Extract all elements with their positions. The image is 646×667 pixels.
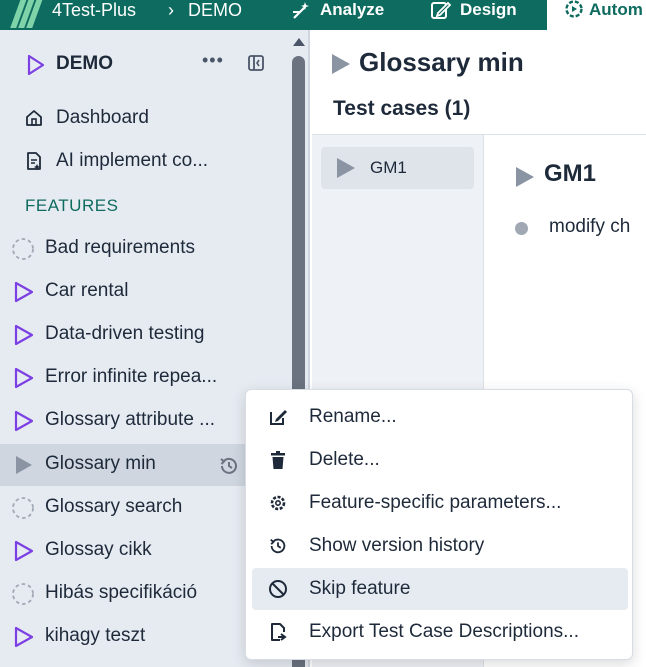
menu-item-label: Skip feature [309, 578, 411, 599]
trash-icon [271, 451, 285, 469]
nav-automation[interactable]: Autom [547, 0, 646, 30]
breadcrumb-separator: › [168, 0, 174, 20]
dashed-circle-icon [12, 583, 34, 605]
test-case-title: GM1 [544, 160, 597, 187]
play-icon [14, 626, 34, 648]
feature-label: Car rental [45, 280, 129, 301]
feature-label: Glossary search [45, 496, 183, 517]
play-icon [14, 410, 34, 432]
sidebar-feature-bad-requirements[interactable]: Bad requirements [0, 228, 288, 270]
play-filled-icon [337, 158, 355, 178]
sidebar-feature-car-rental[interactable]: Car rental [0, 271, 288, 313]
feature-label: kihagy teszt [45, 625, 146, 646]
history-icon [270, 538, 286, 554]
feature-label: Bad requirements [45, 237, 195, 258]
play-filled-icon [516, 167, 534, 187]
home-icon [26, 110, 42, 126]
menu-item-label: Show version history [309, 535, 485, 556]
sidebar-item-dashboard[interactable]: Dashboard [0, 100, 288, 136]
sidebar-item-label: AI implement co... [56, 150, 209, 171]
breadcrumb-app[interactable]: 4Test-Plus [52, 0, 136, 22]
project-header: DEMO ••• [0, 48, 288, 82]
step-bullet-icon [515, 222, 528, 235]
feature-label: Glossay cikk [45, 539, 152, 560]
test-case-label: GM1 [370, 158, 407, 177]
dashed-circle-icon [12, 497, 34, 519]
menu-item-label: Rename... [309, 406, 397, 427]
menu-item-skip-feature[interactable]: Skip feature [252, 568, 628, 610]
collapse-sidebar-icon[interactable] [247, 54, 265, 72]
play-filled-icon [16, 456, 32, 474]
menu-item-version-history[interactable]: Show version history [252, 525, 628, 567]
rename-icon [270, 410, 287, 425]
project-more-button[interactable]: ••• [202, 50, 224, 71]
nav-design[interactable]: Design [430, 0, 517, 22]
play-icon [14, 367, 34, 389]
wand-icon [293, 2, 309, 19]
nav-automation-label: Autom [589, 0, 643, 19]
top-navigation-bar: 4Test-Plus › DEMO Analyze Design Autom [0, 0, 646, 30]
menu-item-label: Delete... [309, 449, 380, 470]
nav-design-label: Design [460, 0, 517, 19]
play-icon [14, 281, 34, 303]
nav-analyze[interactable]: Analyze [290, 0, 384, 22]
feature-label: Glossary attribute ... [45, 409, 216, 430]
features-section-label: FEATURES [25, 196, 119, 215]
project-name[interactable]: DEMO [56, 53, 113, 75]
ai-document-icon [27, 152, 41, 170]
sidebar-item-ai-implement[interactable]: AI implement co... [0, 143, 288, 179]
feature-title: Glossary min [359, 47, 524, 77]
feature-label: Glossary min [45, 453, 156, 474]
test-case-item-gm1[interactable]: GM1 [321, 147, 474, 189]
test-cases-heading: Test cases (1) [333, 97, 471, 120]
edit-icon [431, 1, 452, 19]
scroll-up-arrow-icon[interactable] [293, 38, 305, 46]
feature-label: Error infinite repea... [45, 366, 218, 387]
menu-item-feature-parameters[interactable]: Feature-specific parameters... [252, 482, 628, 524]
automation-gear-icon [565, 0, 583, 18]
play-icon [14, 324, 34, 346]
menu-item-label: Feature-specific parameters... [309, 492, 562, 513]
history-icon[interactable] [218, 455, 240, 477]
feature-context-menu: Rename... Delete... Feature-specific par… [245, 389, 633, 660]
feature-label: Data-driven testing [45, 323, 205, 344]
breadcrumb-project[interactable]: DEMO [188, 0, 242, 22]
play-icon [14, 540, 34, 562]
play-filled-icon [332, 54, 350, 74]
nav-analyze-label: Analyze [320, 0, 385, 19]
menu-item-delete[interactable]: Delete... [252, 439, 628, 481]
menu-item-export-descriptions[interactable]: Export Test Case Descriptions... [252, 611, 628, 653]
menu-item-rename[interactable]: Rename... [252, 396, 628, 438]
sidebar-feature-data-driven-testing[interactable]: Data-driven testing [0, 314, 288, 356]
export-icon [271, 623, 287, 641]
test-step-text[interactable]: modify ch [549, 216, 630, 238]
menu-item-label: Export Test Case Descriptions... [309, 621, 579, 642]
play-icon [27, 54, 45, 76]
sidebar-item-label: Dashboard [56, 107, 149, 128]
gear-icon [270, 495, 286, 511]
block-icon [269, 580, 287, 598]
dashed-circle-icon [12, 238, 34, 260]
feature-label: Hibás specifikáció [45, 582, 198, 603]
app-logo[interactable] [10, 0, 44, 28]
